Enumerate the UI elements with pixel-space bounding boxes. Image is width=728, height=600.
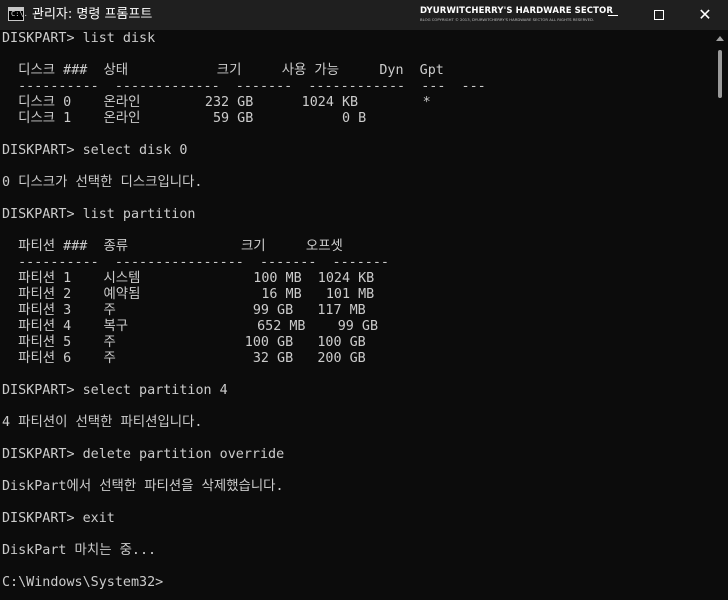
- window-title: 관리자: 명령 프롬프트: [32, 7, 153, 22]
- console-line: 파티션 2 예약됨 16 MB 101 MB: [2, 287, 375, 302]
- console-line: DiskPart에서 선택한 파티션을 삭제했습니다.: [2, 479, 284, 494]
- console-line: ---------- ---------------- ------- ----…: [2, 255, 389, 270]
- console-line: DISKPART> list partition: [2, 207, 196, 222]
- title-bar[interactable]: C:\. 관리자: 명령 프롬프트 DYURWITCHERRY'S HARDWA…: [0, 0, 728, 30]
- console-line: 파티션 6 주 32 GB 200 GB: [2, 351, 366, 366]
- console-output[interactable]: DISKPART> list disk 디스크 ### 상태 크기 사용 가능 …: [2, 31, 708, 600]
- console-line: 파티션 5 주 100 GB 100 GB: [2, 335, 366, 350]
- cmd-app-icon-label: C:\.: [11, 10, 28, 18]
- console-line: 파티션 1 시스템 100 MB 1024 KB: [2, 271, 375, 286]
- console-line: 파티션 4 복구 652 MB 99 GB: [2, 319, 379, 334]
- scroll-up-arrow-icon[interactable]: [716, 36, 724, 41]
- cmd-app-icon[interactable]: C:\.: [8, 7, 28, 21]
- console-line: C:\Windows\System32>: [2, 575, 164, 590]
- minimize-button[interactable]: [590, 0, 636, 30]
- console-line: 파티션 3 주 99 GB 117 MB: [2, 303, 366, 318]
- console-line: 0 디스크가 선택한 디스크입니다.: [2, 175, 203, 190]
- watermark-title: DYURWITCHERRY'S HARDWARE SECTOR: [420, 6, 614, 16]
- vertical-scrollbar[interactable]: [712, 30, 728, 600]
- close-button[interactable]: ✕: [682, 0, 728, 30]
- console-line: 디스크 ### 상태 크기 사용 가능 Dyn Gpt: [2, 63, 444, 78]
- console-line: ---------- ------------- ------- -------…: [2, 79, 486, 94]
- console-line: DISKPART> select disk 0: [2, 143, 188, 158]
- console-line: 파티션 ### 종류 크기 오프셋: [2, 239, 343, 254]
- console-line: DISKPART> delete partition override: [2, 447, 285, 462]
- console-line: DISKPART> exit: [2, 511, 115, 526]
- console-line: 4 파티션이 선택한 파티션입니다.: [2, 415, 203, 430]
- console-line: DISKPART> select partition 4: [2, 383, 228, 398]
- minimize-icon: [608, 15, 618, 16]
- maximize-button[interactable]: [636, 0, 682, 30]
- maximize-icon: [654, 10, 664, 20]
- command-prompt-window: C:\. 관리자: 명령 프롬프트 DYURWITCHERRY'S HARDWA…: [0, 0, 728, 600]
- scrollbar-thumb[interactable]: [718, 50, 722, 98]
- watermark: DYURWITCHERRY'S HARDWARE SECTOR BLOG COP…: [420, 6, 614, 23]
- close-icon: ✕: [698, 5, 712, 24]
- console-line: 디스크 0 온라인 232 GB 1024 KB *: [2, 95, 431, 110]
- console-line: DISKPART> list disk: [2, 31, 156, 46]
- console-line: DiskPart 마치는 중...: [2, 543, 157, 558]
- watermark-subtitle: BLOG COPYRIGHT © 2013, DYURWITCHERRY'S H…: [420, 17, 595, 22]
- console-line: 디스크 1 온라인 59 GB 0 B: [2, 111, 367, 126]
